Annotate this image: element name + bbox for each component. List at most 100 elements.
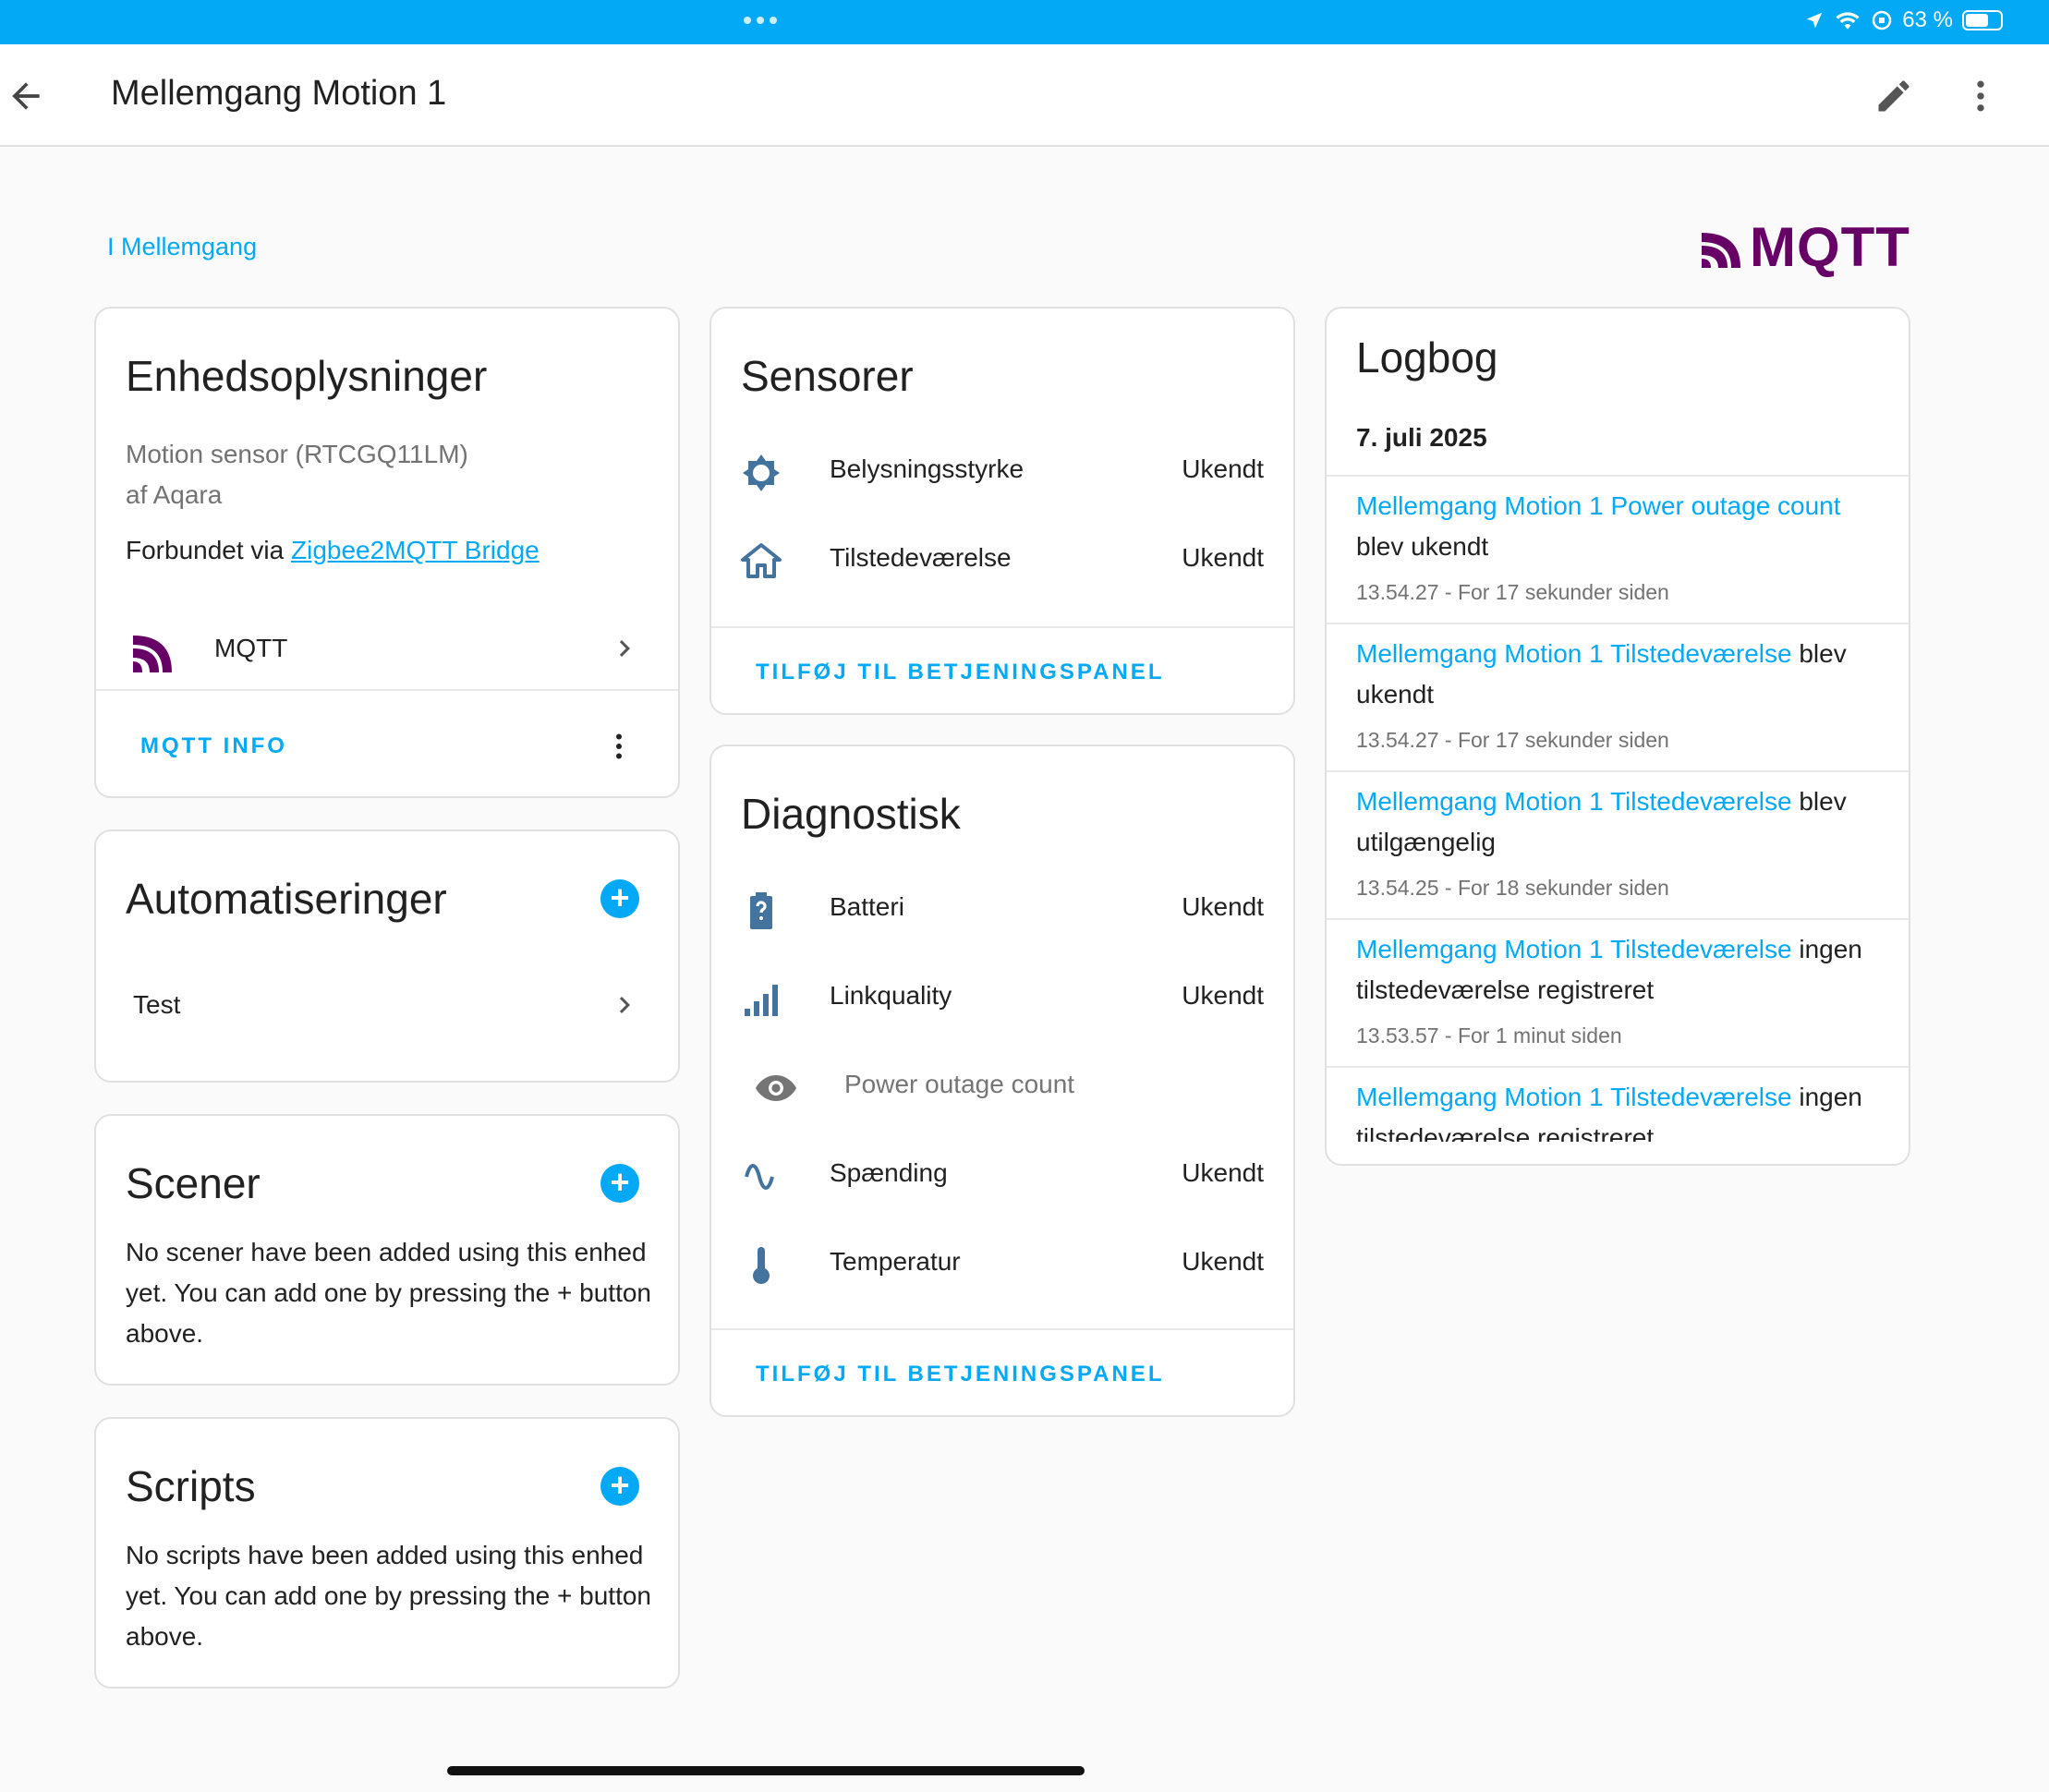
diagnostic-state: Ukendt — [1182, 1158, 1264, 1187]
add-scene-button[interactable]: + — [600, 1164, 639, 1203]
mqtt-logo-icon — [1702, 233, 1740, 268]
back-arrow-icon[interactable] — [6, 76, 46, 116]
logbook-entry: Mellemgang Motion 1 Tilstedeværelse inge… — [1327, 920, 1909, 1066]
diagnostic-name: Linkquality — [830, 981, 952, 1010]
device-model: Motion sensor (RTCGQ11LM) — [126, 440, 468, 468]
scripts-empty-text: No scripts have been added using this en… — [126, 1541, 651, 1651]
logbook-card: Logbog 7. juli 2025 Mellemgang Motion 1 … — [1325, 307, 1910, 1166]
diagnostic-name: Batteri — [830, 892, 904, 921]
automation-name: Test — [133, 990, 181, 1019]
add-to-dashboard-button[interactable]: TILFØJ TIL BETJENINGSPANEL — [756, 1362, 1164, 1387]
rotation-lock-icon — [1873, 10, 1892, 30]
logbook-entry: Mellemgang Motion 1 Tilstedeværelse blev… — [1327, 772, 1909, 918]
more-vertical-icon[interactable] — [602, 728, 636, 765]
sensor-state: Ukendt — [1182, 543, 1264, 572]
sensors-card: Sensorer Belysningsstyrke Ukendt Tilsted… — [709, 307, 1295, 715]
log-message: Mellemgang Motion 1 Tilstedeværelse blev… — [1356, 781, 1881, 863]
area-name: Mellemgang — [121, 233, 258, 260]
logbook-date: 7. juli 2025 — [1356, 423, 1487, 452]
status-bar: 63 % — [0, 0, 2049, 44]
multitasking-dots-icon[interactable] — [744, 17, 777, 24]
card-title: Sensorer — [741, 352, 914, 400]
divider — [711, 1328, 1293, 1330]
diagnostic-name: Power outage count — [844, 1070, 1075, 1098]
connected-via-label: Forbundet via — [126, 536, 291, 564]
app-bar: Mellemgang Motion 1 — [0, 44, 2049, 147]
card-title: Scripts — [126, 1462, 256, 1510]
divider — [711, 626, 1293, 628]
log-entity-link[interactable]: Mellemgang Motion 1 Tilstedeværelse — [1356, 935, 1792, 963]
add-automation-button[interactable]: + — [600, 879, 639, 918]
signal-icon — [745, 985, 778, 1016]
battery-unknown-icon — [750, 892, 772, 929]
diagnostic-state: Ukendt — [1182, 892, 1264, 921]
logbook-entry: Mellemgang Motion 1 Tilstedeværelse blev… — [1327, 624, 1909, 770]
sine-wave-icon — [745, 1164, 774, 1190]
log-time: 13.54.27 - For 17 sekunder siden — [1356, 728, 1669, 752]
scenes-card: Scener + No scener have been added using… — [94, 1114, 680, 1386]
card-title: Logbog — [1356, 333, 1498, 381]
diagnostic-row[interactable]: Temperatur Ukendt — [711, 1227, 1293, 1301]
log-entity-link[interactable]: Mellemgang Motion 1 Power outage count — [1356, 491, 1841, 520]
mqtt-integration-icon — [133, 636, 172, 672]
log-time: 13.54.25 - For 18 sekunder siden — [1356, 876, 1669, 900]
logbook-entry: Mellemgang Motion 1 Tilstedeværelse inge… — [1327, 1068, 1909, 1142]
chevron-right-icon — [619, 640, 630, 657]
diagnostic-name: Temperatur — [830, 1247, 961, 1276]
scripts-card: Scripts + No scripts have been added usi… — [94, 1417, 680, 1689]
log-entity-link[interactable]: Mellemgang Motion 1 Tilstedeværelse — [1356, 787, 1792, 816]
sensor-row[interactable]: Belysningsstyrke Ukendt — [711, 434, 1293, 508]
card-title: Diagnostisk — [741, 790, 961, 838]
log-entity-link[interactable]: Mellemgang Motion 1 Tilstedeværelse — [1356, 639, 1792, 668]
area-link[interactable]: I Mellemgang — [107, 233, 257, 261]
eye-icon — [756, 1075, 796, 1101]
diagnostic-row[interactable]: Linkquality Ukendt — [711, 961, 1293, 1035]
log-message: Mellemgang Motion 1 Tilstedeværelse inge… — [1356, 929, 1881, 1011]
diagnostics-card: Diagnostisk Batteri Ukendt Linkquality U… — [709, 745, 1295, 1417]
log-entity-link[interactable]: Mellemgang Motion 1 Tilstedeværelse — [1356, 1083, 1792, 1111]
wifi-icon — [1836, 12, 1860, 30]
device-info-card: Enhedsoplysninger Motion sensor (RTCGQ11… — [94, 307, 680, 798]
log-message: Mellemgang Motion 1 Tilstedeværelse inge… — [1356, 1077, 1881, 1142]
diagnostic-name: Spænding — [830, 1158, 948, 1187]
diagnostic-row[interactable]: Batteri Ukendt — [711, 872, 1293, 946]
location-icon — [1807, 12, 1823, 29]
battery-icon — [1962, 10, 2003, 30]
device-manufacturer: af Aqara — [126, 480, 223, 509]
page-title: Mellemgang Motion 1 — [111, 74, 447, 113]
brightness-icon — [743, 454, 780, 491]
logbook-entry: Mellemgang Motion 1 Power outage count b… — [1327, 477, 1909, 623]
pencil-icon[interactable] — [1873, 76, 1914, 116]
sensor-row[interactable]: Tilstedeværelse Ukendt — [711, 523, 1293, 597]
add-to-dashboard-button[interactable]: TILFØJ TIL BETJENINGSPANEL — [756, 660, 1164, 685]
thermometer-icon — [753, 1247, 770, 1285]
diagnostic-row[interactable]: Spænding Ukendt — [711, 1138, 1293, 1212]
bridge-link[interactable]: Zigbee2MQTT Bridge — [291, 536, 540, 564]
log-time: 13.54.27 - For 17 sekunder siden — [1356, 580, 1669, 604]
log-message: Mellemgang Motion 1 Tilstedeværelse blev… — [1356, 634, 1881, 715]
battery-percent: 63 % — [1902, 7, 1953, 32]
integration-name: MQTT — [214, 634, 288, 662]
chevron-right-icon — [619, 997, 630, 1013]
home-icon — [741, 543, 782, 578]
automations-card: Automatiseringer + Test — [94, 829, 680, 1083]
home-indicator[interactable] — [447, 1766, 1085, 1775]
sensor-name: Belysningsstyrke — [830, 454, 1024, 483]
sensor-name: Tilstedeværelse — [830, 543, 1012, 572]
log-time: 13.53.57 - For 1 minut siden — [1356, 1023, 1622, 1047]
more-vertical-icon[interactable] — [1960, 76, 2001, 116]
log-message: Mellemgang Motion 1 Power outage count b… — [1356, 486, 1881, 567]
mqtt-info-button[interactable]: MQTT INFO — [140, 733, 287, 759]
log-text: blev ukendt — [1356, 532, 1489, 561]
diagnostic-row[interactable]: Power outage count — [711, 1049, 1293, 1123]
automation-item[interactable]: Test — [96, 970, 678, 1044]
integration-row[interactable]: MQTT — [96, 604, 678, 696]
connected-via: Forbundet via Zigbee2MQTT Bridge — [126, 530, 540, 571]
diagnostic-state: Ukendt — [1182, 1247, 1264, 1276]
diagnostic-state: Ukendt — [1182, 981, 1264, 1010]
add-script-button[interactable]: + — [600, 1467, 639, 1506]
card-title: Scener — [126, 1159, 261, 1207]
divider — [96, 689, 678, 691]
mqtt-logo-text: MQTT — [1750, 216, 1910, 278]
card-title: Automatiseringer — [126, 875, 447, 923]
